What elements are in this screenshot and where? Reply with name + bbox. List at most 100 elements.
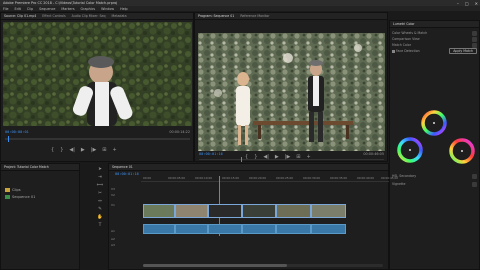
video-clip[interactable] xyxy=(311,204,346,218)
tab-lumetri-color[interactable]: Lumetri Color xyxy=(393,22,415,26)
razor-tool-icon[interactable]: ✂ xyxy=(97,190,103,196)
row-vignette[interactable]: Vignette xyxy=(390,181,479,187)
tab-sequence[interactable]: Sequence 01 xyxy=(112,165,133,169)
audio-clip[interactable] xyxy=(311,224,346,234)
vignette-label: Vignette xyxy=(392,182,406,186)
ruler-mark: 00:00 xyxy=(143,176,152,180)
track-a3[interactable]: A3 xyxy=(109,242,141,248)
source-video-frame[interactable] xyxy=(3,22,192,126)
menu-sequence[interactable]: Sequence xyxy=(39,7,55,11)
face-detection-label: Face Detection xyxy=(396,49,420,53)
hsl-secondary-icon[interactable] xyxy=(472,173,477,179)
highlights-color-wheel[interactable] xyxy=(448,137,476,165)
audio-clip[interactable] xyxy=(208,224,242,234)
midtones-color-wheel[interactable] xyxy=(396,136,424,164)
slip-tool-icon[interactable]: ↔ xyxy=(97,198,103,204)
tab-project[interactable]: Project: Tutorial Color Match xyxy=(4,165,49,169)
row-hsl-secondary[interactable]: HSL Secondary xyxy=(390,173,479,179)
menu-file[interactable]: File xyxy=(3,7,9,11)
source-tabs: Source: Clip 01.mp4 Effect Controls Audi… xyxy=(1,13,193,20)
step-forward-button[interactable]: |▶ xyxy=(91,147,97,153)
tab-reference-monitor[interactable]: Reference Monitor xyxy=(240,14,269,18)
program-step-back-button[interactable]: ◀| xyxy=(263,154,269,160)
program-mark-out-button[interactable]: } xyxy=(254,154,257,160)
step-back-button[interactable]: ◀| xyxy=(69,147,75,153)
program-play-button[interactable]: ▶ xyxy=(275,154,279,160)
menu-edit[interactable]: Edit xyxy=(15,7,21,11)
track-a1[interactable]: A1 xyxy=(109,226,141,236)
v1-clips xyxy=(143,204,346,218)
mark-in-button[interactable]: { xyxy=(51,147,54,153)
add-button[interactable]: + xyxy=(113,147,117,153)
menu-clip[interactable]: Clip xyxy=(27,7,33,11)
menu-graphics[interactable]: Graphics xyxy=(81,7,96,11)
program-step-forward-button[interactable]: |▶ xyxy=(285,154,291,160)
close-button[interactable]: ✕ xyxy=(475,1,478,6)
video-clip[interactable] xyxy=(276,204,311,218)
mark-out-button[interactable]: } xyxy=(60,147,63,153)
maximize-button[interactable]: □ xyxy=(465,1,469,6)
section-toggle-icon[interactable] xyxy=(472,30,477,36)
source-monitor-panel: Source: Clip 01.mp4 Effect Controls Audi… xyxy=(0,12,194,162)
apply-match-button[interactable]: Apply Match xyxy=(449,48,477,54)
ripple-edit-icon[interactable]: ⟺ xyxy=(97,182,103,188)
type-tool-icon[interactable]: T xyxy=(97,222,103,228)
source-timecode[interactable]: 00:00:00:01 xyxy=(5,130,29,135)
track-select-icon[interactable]: ⇥ xyxy=(97,174,103,180)
comparison-view-label: Comparison View xyxy=(392,37,420,41)
project-item-sequence[interactable]: Sequence 01 xyxy=(5,195,35,199)
track-label: A2 xyxy=(111,237,115,241)
track-label: V3 xyxy=(111,187,115,191)
program-mark-in-button[interactable]: { xyxy=(245,154,248,160)
video-clip[interactable] xyxy=(143,204,175,218)
audio-clip[interactable] xyxy=(143,224,175,234)
project-item-clips[interactable]: Clips xyxy=(5,188,35,192)
source-timecode-row: 00:00:00:01 00:00:14:22 xyxy=(5,130,190,135)
insert-button[interactable]: ⊞ xyxy=(102,147,106,153)
selection-tool-icon[interactable]: ➤ xyxy=(97,166,103,172)
face-detection-checkbox[interactable] xyxy=(392,49,395,53)
ruler-mark: 00:00:10:00 xyxy=(195,176,213,180)
program-insert-button[interactable]: ⊞ xyxy=(296,154,300,160)
program-timecode[interactable]: 00:00:01:16 xyxy=(199,152,223,157)
tab-audio-mixer[interactable]: Audio Clip Mixer: Seq xyxy=(72,14,106,18)
video-clip[interactable] xyxy=(175,204,208,218)
hand-tool-icon[interactable]: ✋ xyxy=(97,214,103,220)
tab-metadata[interactable]: Metadata xyxy=(112,14,127,18)
track-v1[interactable]: V1 xyxy=(109,198,141,212)
source-playhead[interactable] xyxy=(8,136,9,142)
match-color-icon[interactable] xyxy=(472,42,477,48)
audio-clip[interactable] xyxy=(242,224,276,234)
row-face-detection[interactable]: Face Detection Apply Match xyxy=(390,48,479,54)
audio-clip[interactable] xyxy=(175,224,208,234)
tab-program[interactable]: Program: Sequence 01 xyxy=(198,14,234,18)
source-scrubber[interactable] xyxy=(5,138,190,140)
source-duration: 00:00:14:22 xyxy=(169,130,190,134)
video-clip[interactable] xyxy=(242,204,276,218)
pen-tool-icon[interactable]: ✎ xyxy=(97,206,103,212)
vignette-icon[interactable] xyxy=(472,181,477,187)
menu-help[interactable]: Help xyxy=(120,7,128,11)
timeline-ruler[interactable]: 00:00 00:00:05:00 00:00:10:00 00:00:15:0… xyxy=(141,176,398,182)
tab-source[interactable]: Source: Clip 01.mp4 xyxy=(4,14,36,18)
program-video-frame[interactable] xyxy=(198,33,385,151)
audio-clip[interactable] xyxy=(276,224,311,234)
play-button[interactable]: ▶ xyxy=(81,147,85,153)
timeline-timecode[interactable]: 00:00:01:16 xyxy=(115,172,139,176)
comparison-view-icon[interactable] xyxy=(472,36,477,42)
ruler-mark: 00:00:30:00 xyxy=(303,176,321,180)
menu-markers[interactable]: Markers xyxy=(61,7,74,11)
minimize-button[interactable]: – xyxy=(457,1,459,6)
timeline-scrollbar[interactable] xyxy=(143,264,383,267)
shadows-color-wheel[interactable] xyxy=(420,109,448,137)
tools-panel: ➤ ⇥ ⟺ ✂ ↔ ✎ ✋ T xyxy=(96,166,104,246)
program-playhead[interactable] xyxy=(241,157,242,162)
menu-window[interactable]: Window xyxy=(101,7,114,11)
ruler-mark: 00:00:15:00 xyxy=(222,176,240,180)
program-monitor-panel: Program: Sequence 01 Reference Monitor 0… xyxy=(194,12,388,162)
timeline-scroll-thumb[interactable] xyxy=(143,264,287,267)
project-item-label: Clips xyxy=(12,188,21,192)
tab-effect-controls[interactable]: Effect Controls xyxy=(42,14,65,18)
video-clip[interactable] xyxy=(208,204,242,218)
program-add-button[interactable]: + xyxy=(307,154,311,160)
